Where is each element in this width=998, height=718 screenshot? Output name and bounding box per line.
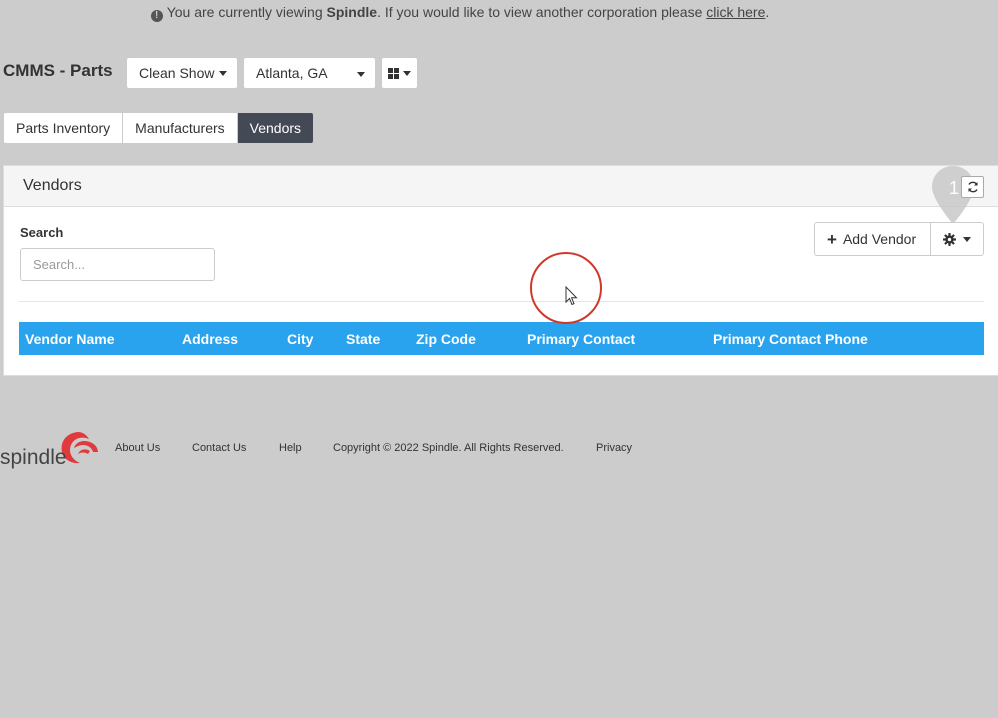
location-select-label: Atlanta, GA bbox=[256, 65, 328, 81]
notice-prefix: You are currently viewing bbox=[166, 4, 327, 20]
column-header-city[interactable]: City bbox=[287, 331, 313, 347]
footer-link-privacy[interactable]: Privacy bbox=[596, 442, 632, 454]
chevron-down-icon bbox=[218, 70, 227, 76]
spindle-logo[interactable]: spindle bbox=[0, 430, 102, 470]
tab-manufacturers[interactable]: Manufacturers bbox=[123, 113, 238, 143]
panel-title: Vendors bbox=[23, 177, 82, 194]
change-corporation-link[interactable]: click here bbox=[706, 4, 765, 20]
gear-icon bbox=[943, 232, 956, 246]
column-header-address[interactable]: Address bbox=[182, 331, 238, 347]
settings-dropdown-button[interactable] bbox=[930, 222, 984, 256]
vendors-panel: Vendors 1 Search + Add Vendor bbox=[3, 165, 998, 376]
add-vendor-button[interactable]: + Add Vendor bbox=[814, 222, 931, 256]
plus-icon: + bbox=[827, 229, 837, 249]
column-header-zip-code[interactable]: Zip Code bbox=[416, 331, 476, 347]
column-header-vendor-name[interactable]: Vendor Name bbox=[25, 331, 114, 347]
apps-menu-button[interactable] bbox=[381, 57, 418, 89]
corporation-notice: ! You are currently viewing Spindle. If y… bbox=[0, 4, 920, 22]
show-dropdown-label: Clean Show bbox=[139, 65, 215, 81]
vendors-table-header: Vendor Name Address City State Zip Code … bbox=[19, 322, 984, 355]
refresh-button[interactable] bbox=[961, 176, 984, 198]
search-label: Search bbox=[20, 225, 64, 240]
notice-middle: . If you would like to view another corp… bbox=[377, 4, 707, 20]
location-select[interactable]: Atlanta, GA bbox=[243, 57, 376, 89]
footer-copyright: Copyright © 2022 Spindle. All Rights Res… bbox=[333, 442, 564, 454]
tab-vendors[interactable]: Vendors bbox=[237, 113, 314, 143]
corporation-name: Spindle bbox=[326, 4, 378, 20]
column-header-primary-contact[interactable]: Primary Contact bbox=[527, 331, 635, 347]
divider bbox=[19, 301, 984, 302]
column-header-state[interactable]: State bbox=[346, 331, 380, 347]
chevron-down-icon bbox=[357, 72, 365, 77]
section-tabs: Parts Inventory Manufacturers Vendors bbox=[3, 112, 315, 144]
footer-link-contact-us[interactable]: Contact Us bbox=[192, 442, 246, 454]
search-input[interactable] bbox=[20, 248, 215, 281]
chevron-down-icon bbox=[963, 236, 971, 242]
chevron-down-icon bbox=[403, 70, 411, 76]
refresh-icon bbox=[967, 181, 978, 193]
info-icon: ! bbox=[150, 10, 163, 22]
footer-link-about-us[interactable]: About Us bbox=[115, 442, 160, 454]
notice-suffix: . bbox=[765, 4, 770, 20]
grid-icon bbox=[388, 67, 399, 79]
column-header-primary-contact-phone[interactable]: Primary Contact Phone bbox=[713, 331, 868, 347]
page-title: CMMS - Parts bbox=[3, 61, 113, 80]
add-vendor-label: Add Vendor bbox=[842, 231, 917, 247]
footer-link-help[interactable]: Help bbox=[279, 442, 302, 454]
logo-wordmark: spindle bbox=[0, 446, 67, 469]
show-dropdown[interactable]: Clean Show bbox=[126, 57, 238, 89]
tab-parts-inventory[interactable]: Parts Inventory bbox=[4, 113, 124, 143]
panel-header: Vendors bbox=[4, 166, 998, 207]
